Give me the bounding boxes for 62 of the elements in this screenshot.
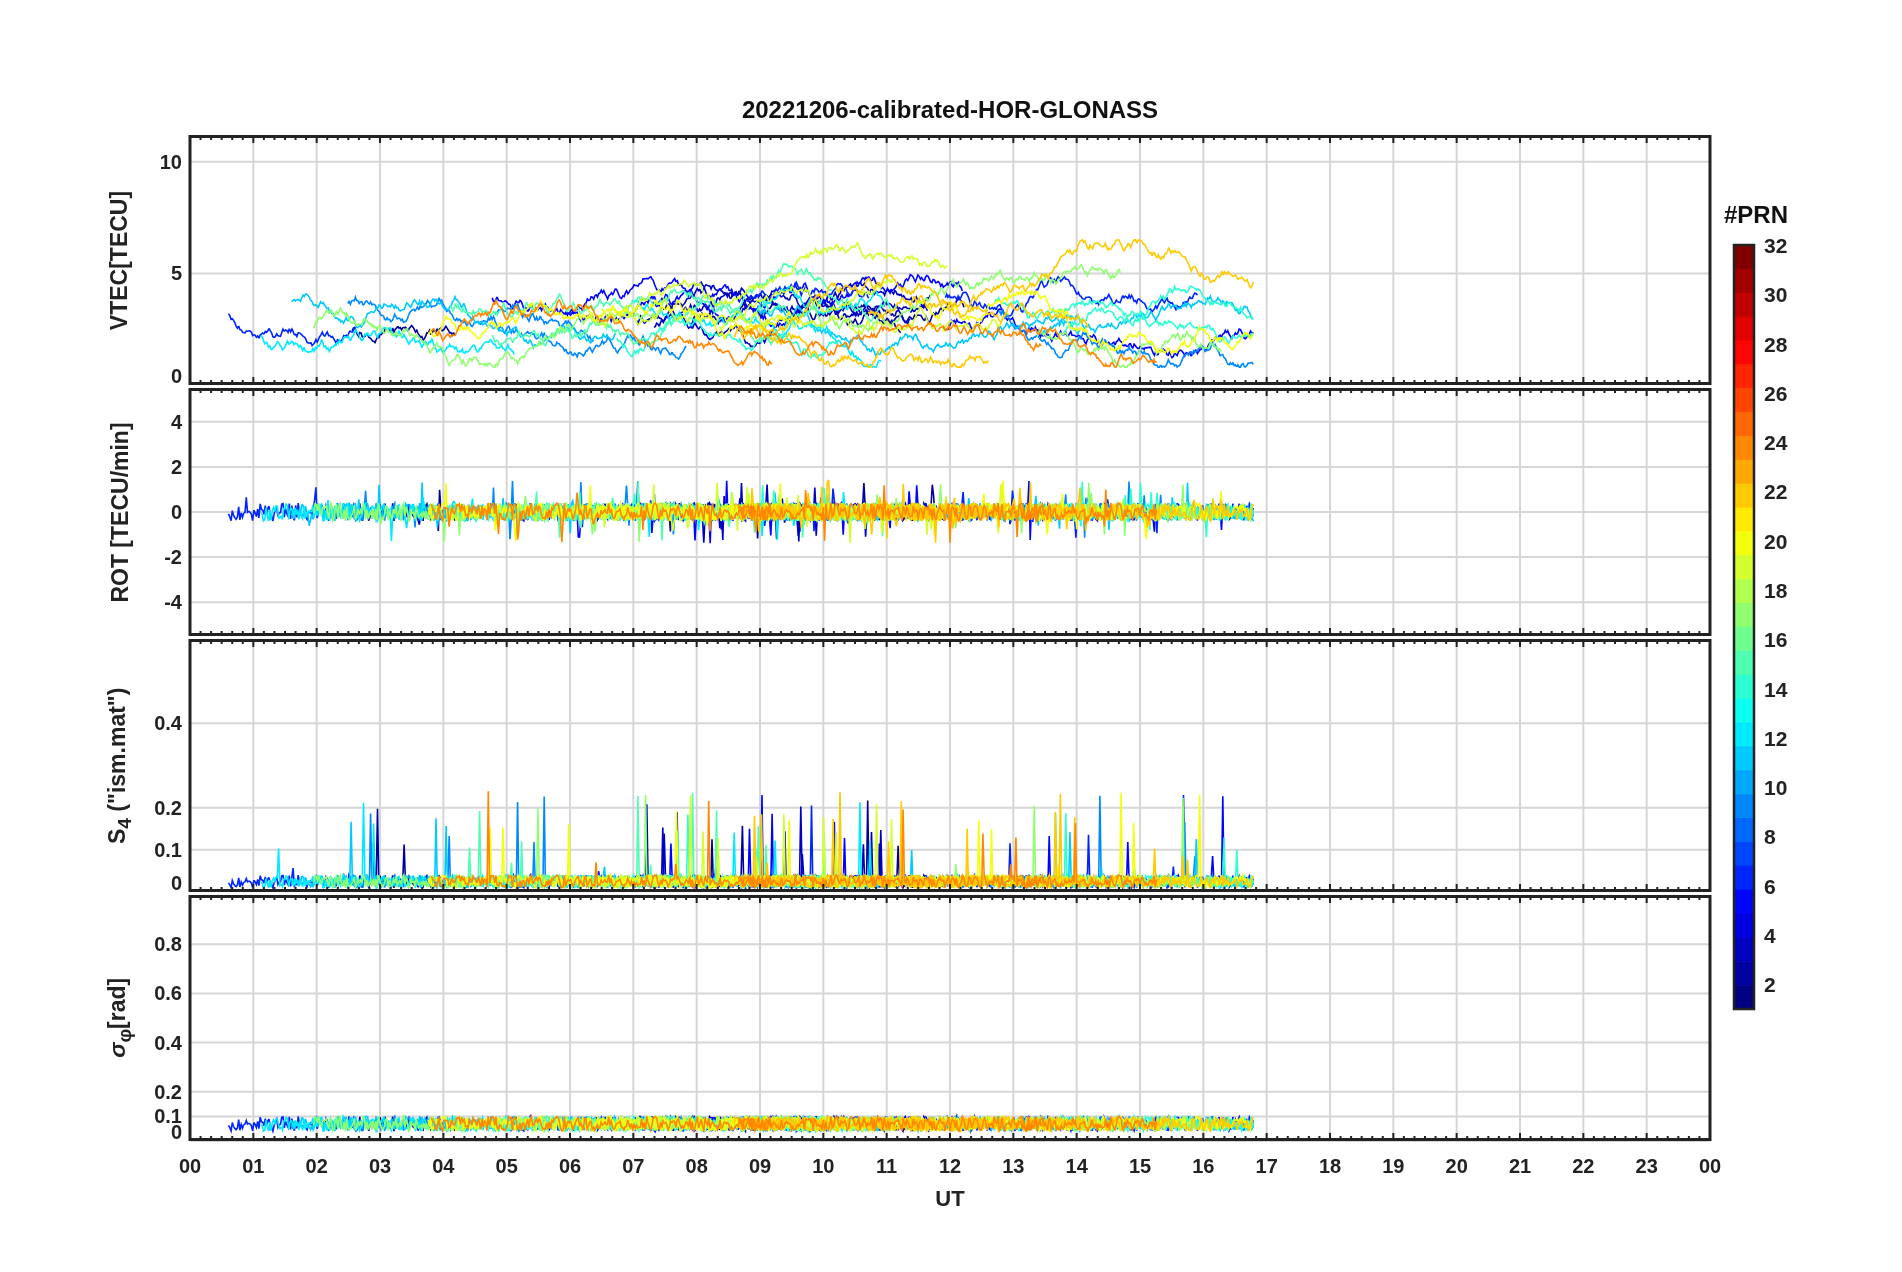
y-tick-label: 0 [170, 365, 182, 385]
y-tick-label: -4 [164, 591, 182, 614]
y-axis-label: VTEC[TECU] [106, 190, 134, 330]
x-tick-label: 17 [1255, 1155, 1278, 1177]
y-tick-label: 0.4 [154, 1031, 182, 1054]
colorbar-tick-label: 10 [1764, 776, 1788, 800]
colorbar-tick-label: 22 [1764, 480, 1788, 504]
colorbar-tick-label: 14 [1764, 677, 1788, 701]
x-tick-label: 22 [1572, 1155, 1595, 1177]
y-tick-label: 5 [170, 262, 182, 285]
x-tick-label: 04 [432, 1155, 455, 1177]
chart-title: 20221206-calibrated-HOR-GLONASS [741, 96, 1159, 123]
colorbar-tick-label: 32 [1764, 237, 1788, 257]
x-tick-label: 00 [178, 1155, 202, 1177]
x-tick-label: 08 [685, 1155, 708, 1177]
x-tick-label: 00 [1698, 1155, 1722, 1177]
y-tick-label: 4 [170, 410, 182, 433]
y-tick-label: -2 [164, 546, 182, 569]
x-tick-label: 10 [812, 1155, 835, 1177]
x-tick-label: 21 [1508, 1155, 1532, 1177]
colorbar-tick-label: 24 [1764, 431, 1788, 455]
y-axis-label: ROT [TECU/min] [106, 421, 134, 603]
colorbar-title: #PRN [1724, 201, 1789, 230]
colorbar-tick-label: 20 [1764, 529, 1788, 553]
y-tick-label: 0.2 [154, 1080, 182, 1103]
x-axis-label: UT [935, 1186, 965, 1212]
colorbar-tick-label: 6 [1764, 874, 1776, 898]
colorbar-tick-label: 18 [1764, 579, 1788, 603]
colorbar-tick-label: 8 [1764, 825, 1776, 849]
y-tick-label: 0 [170, 872, 182, 892]
x-tick-label: 02 [305, 1155, 328, 1177]
y-tick-label: 2 [170, 455, 182, 478]
x-tick-label: 03 [368, 1155, 392, 1177]
y-tick-label: 0.2 [154, 796, 182, 819]
y-tick-label: 0.6 [154, 982, 182, 1005]
x-tick-label: 23 [1635, 1155, 1658, 1177]
x-tick-label: 16 [1192, 1155, 1215, 1177]
x-tick-label: 01 [242, 1155, 265, 1177]
colorbar-tick-label: 12 [1764, 726, 1788, 750]
x-tick-label: 05 [495, 1155, 518, 1177]
x-tick-label: 12 [938, 1155, 962, 1177]
colorbar-tick-label: 30 [1764, 283, 1788, 307]
x-tick-label: 15 [1128, 1155, 1152, 1177]
colorbar-tick-label: 2 [1764, 973, 1776, 997]
x-tick-label: 07 [622, 1155, 645, 1177]
y-tick-label: 0.8 [154, 933, 182, 956]
colorbar-tick-label: 28 [1764, 332, 1788, 356]
x-tick-label: 06 [558, 1155, 582, 1177]
x-tick-label: 19 [1382, 1155, 1405, 1177]
y-tick-label: 0 [170, 501, 182, 523]
x-tick-label: 14 [1065, 1155, 1088, 1177]
x-tick-label: 11 [876, 1155, 898, 1177]
colorbar-tick-label: 4 [1764, 924, 1776, 948]
y-tick-label: 0.1 [154, 838, 182, 861]
x-tick-label: 20 [1445, 1155, 1468, 1177]
colorbar-tick-label: 26 [1764, 381, 1788, 405]
y-tick-label: 10 [159, 150, 182, 173]
y-tick-label: 0.4 [154, 712, 182, 735]
x-tick-label: 18 [1318, 1155, 1342, 1177]
colorbar-tick-label: 16 [1764, 628, 1788, 652]
x-tick-label: 09 [748, 1155, 772, 1177]
x-tick-label: 13 [1002, 1155, 1025, 1177]
